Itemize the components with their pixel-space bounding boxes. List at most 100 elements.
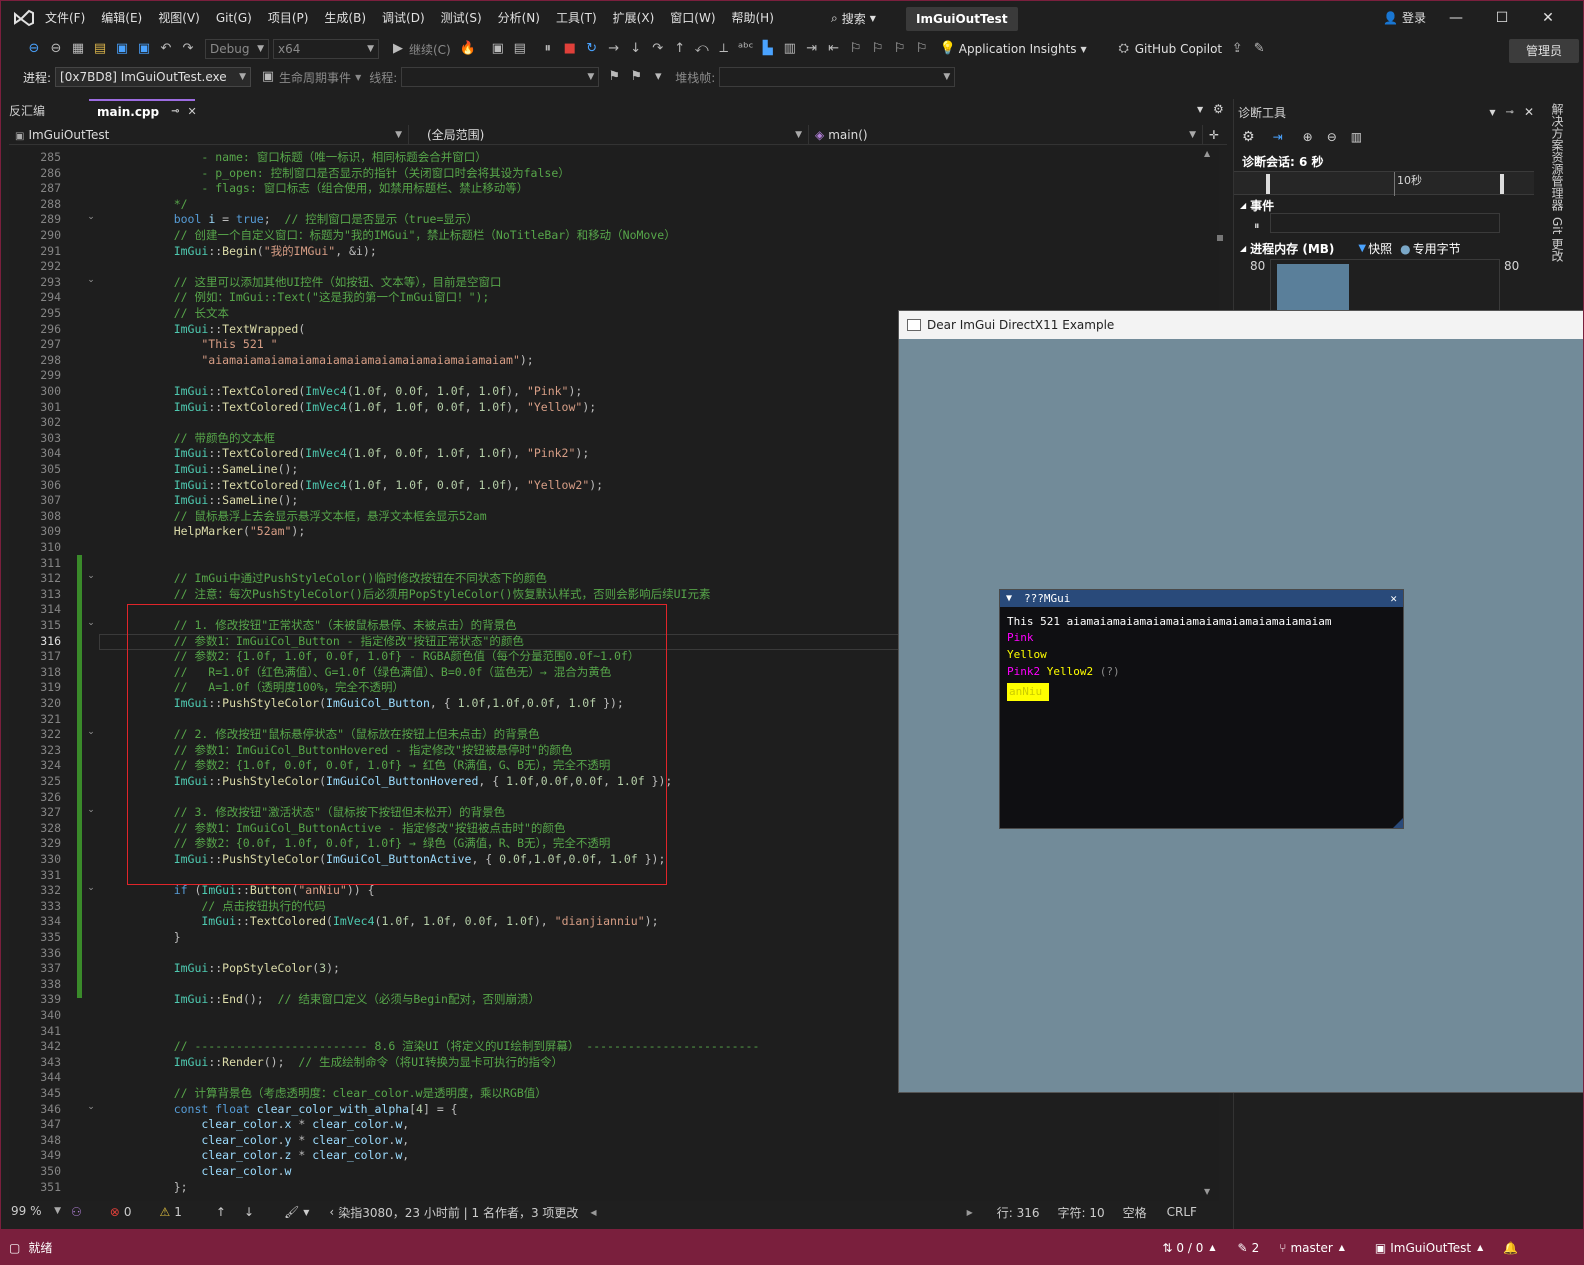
code-line[interactable]: ImGui::TextColored(ImVec4(1.0f, 1.0f, 0.… [146,914,658,930]
minimize-button[interactable]: — [1433,1,1479,35]
spell-check-icon[interactable]: ᵃᵇᶜ [737,40,755,58]
copilot-button[interactable]: GitHub Copilot [1135,42,1222,56]
scroll-up-icon[interactable]: ▲ [1204,149,1210,158]
app-insights-button[interactable]: Application Insights [959,42,1077,56]
git-changes-tab[interactable]: Git 更改 [1549,217,1566,262]
back-icon[interactable]: ⊖ [25,40,43,58]
fold-chevron-icon[interactable]: ⌄ [85,618,97,628]
menu-item-3[interactable]: Git(G) [208,1,260,35]
outdent-icon[interactable]: ⇤ [825,40,843,58]
menu-item-0[interactable]: 文件(F) [37,1,93,35]
code-line[interactable]: // 鼠标悬浮上去会显示悬浮文本框，悬浮文本框会显示52am [146,509,487,525]
code-line[interactable]: ImGui::TextColored(ImVec4(1.0f, 1.0f, 0.… [146,478,603,494]
scroll-left-icon[interactable]: ◀ [590,1208,596,1217]
code-line[interactable]: // ImGui中通过PushStyleColor()临时修改按钮在不同状态下的… [146,571,547,587]
layout-icon[interactable]: ▤ [511,40,529,58]
save-all-icon[interactable]: ▣ [135,40,153,58]
restart-icon[interactable]: ↻ [583,40,601,58]
code-line[interactable]: "aiamaiamaiamaiamaiamaiamaiamaiamaiamaia… [146,353,533,369]
code-line[interactable]: // 注意：每次PushStyleColor()后必须用PopStyleColo… [146,587,711,603]
indent-icon[interactable]: ⇥ [803,40,821,58]
code-line[interactable]: "This 521 " [146,337,277,353]
split-icon[interactable]: ✛ [1209,128,1219,142]
step-next-icon[interactable]: → [605,40,623,58]
next-issue-icon[interactable]: ↓ [244,1205,254,1219]
menu-item-6[interactable]: 调试(D) [374,1,433,35]
code-line[interactable]: ImGui::TextColored(ImVec4(1.0f, 0.0f, 1.… [146,446,590,462]
visual-studio-logo-icon[interactable] [13,9,35,27]
search-button[interactable]: ⌕ 搜索 ▼ [831,8,876,28]
code-line[interactable]: clear_color.x * clear_color.w, [146,1117,409,1133]
lifecycle-icon[interactable]: ▣ [259,68,277,86]
fold-chevron-icon[interactable]: ⌄ [85,805,97,815]
menu-item-10[interactable]: 扩展(X) [605,1,663,35]
sync-counts[interactable]: 0 / 0 [1176,1241,1203,1255]
code-line[interactable]: // 这里可以添加其他UI控件（如按钮、文本等），目前是空窗口 [146,275,502,291]
lightbulb-icon[interactable]: 💡 [939,40,957,58]
code-line[interactable]: // 带颜色的文本框 [146,431,275,447]
menu-item-2[interactable]: 视图(V) [150,1,208,35]
code-line[interactable]: */ [146,197,188,213]
flag-all-icon[interactable]: ⚑ [627,68,645,86]
fold-chevron-icon[interactable]: ⌄ [85,1102,97,1112]
export-icon[interactable]: ⇥ [1273,130,1283,144]
fold-chevron-icon[interactable]: ⌄ [85,727,97,737]
open-folder-icon[interactable]: ▤ [91,40,109,58]
zoom-out-icon[interactable]: ⊖ [1327,130,1337,144]
git-blame-info[interactable]: 染指3080，23 小时前 | 1 名作者，3 项更改 [338,1204,578,1221]
imgui-window-titlebar[interactable]: Dear ImGui DirectX11 Example [899,311,1583,339]
error-icon[interactable]: ⊗ [110,1205,120,1219]
menu-item-1[interactable]: 编辑(E) [93,1,150,35]
pause-icon[interactable]: ⏸ [539,40,557,58]
flag-icon[interactable]: ⚑ [605,68,623,86]
branch-name[interactable]: master [1290,1241,1332,1255]
scroll-down-icon[interactable]: ▼ [1204,1187,1210,1196]
code-line[interactable]: // 计算背景色（考虑透明度：clear_color.w是透明度，乘以RGB值） [146,1086,547,1102]
timeline-ruler[interactable]: 10秒 [1234,171,1534,196]
close-icon[interactable]: ✕ [1524,105,1534,119]
chart-icon[interactable]: ▥ [1351,130,1362,144]
copilot-icon[interactable]: ⛭ [1115,40,1133,58]
code-line[interactable]: ImGui::SameLine(); [146,493,299,509]
menu-item-12[interactable]: 帮助(H) [724,1,782,35]
code-line[interactable]: // 例如：ImGui::Text("这是我的第一个ImGui窗口！"); [146,290,490,306]
clear-bookmark-icon[interactable]: ⚐ [913,40,931,58]
show-next-icon[interactable]: ⤺ [693,40,711,58]
code-line[interactable]: ImGui::PopStyleColor(3); [146,961,340,977]
pending-changes-count[interactable]: 2 [1252,1241,1260,1255]
new-project-icon[interactable]: ▦ [69,40,87,58]
code-line[interactable]: const float clear_color_with_alpha[4] = … [146,1102,458,1118]
prev-bookmark-icon[interactable]: ⚐ [869,40,887,58]
pause-icon[interactable]: ⏸ [1254,219,1260,233]
warning-icon[interactable]: ⚠ [159,1205,170,1219]
code-line[interactable]: // 长文本 [146,306,229,322]
play-icon[interactable]: ▶ [389,40,407,58]
sync-icon[interactable]: ⇅ [1162,1241,1172,1255]
scroll-right-icon[interactable]: ▶ [967,1208,973,1217]
code-line[interactable]: // ------------------------- 8.6 渲染UI（将定… [146,1039,760,1055]
code-line[interactable]: ImGui::TextColored(ImVec4(1.0f, 0.0f, 1.… [146,384,583,400]
pin-icon[interactable]: ⊸ [1506,107,1514,118]
lifecycle-events-button[interactable]: 生命周期事件 [279,69,351,86]
tab-main-cpp[interactable]: main.cpp ⊸ ✕ [89,99,197,124]
debug-location-icon[interactable]: ▙ [759,40,777,58]
project-dropdown[interactable]: ▣ ImGuiOutTest ▼ [9,124,409,145]
next-bookmark-icon[interactable]: ⚐ [891,40,909,58]
code-line[interactable]: HelpMarker("52am"); [146,524,306,540]
zoom-combo[interactable]: 99 % ▼ [7,1202,65,1222]
code-line[interactable]: ImGui::TextWrapped( [146,322,306,338]
save-icon[interactable]: ▣ [113,40,131,58]
login-button[interactable]: 👤 登录 [1383,9,1426,26]
gear-icon[interactable]: ⚙ [1242,129,1255,145]
feedback-icon[interactable]: ✎ [1250,40,1268,58]
anniu-button[interactable]: anNiu [1007,683,1049,701]
continue-button[interactable]: 继续(C) [409,41,451,58]
process-icon[interactable]: ▣ [489,40,507,58]
close-icon[interactable]: ✕ [188,100,197,124]
char-indicator[interactable]: 字符: 10 [1057,1204,1104,1221]
step-over-icon[interactable]: ↷ [649,40,667,58]
process-combo[interactable]: [0x7BD8] ImGuiOutTest.exe ▼ [55,67,252,87]
platform-combo[interactable]: x64 ▼ [273,39,379,59]
code-line[interactable]: ImGui::SameLine(); [146,462,299,478]
imgui-panel[interactable]: ▼ ???MGui ✕ This 521 aiamaiamaiamaiamaia… [999,589,1404,829]
